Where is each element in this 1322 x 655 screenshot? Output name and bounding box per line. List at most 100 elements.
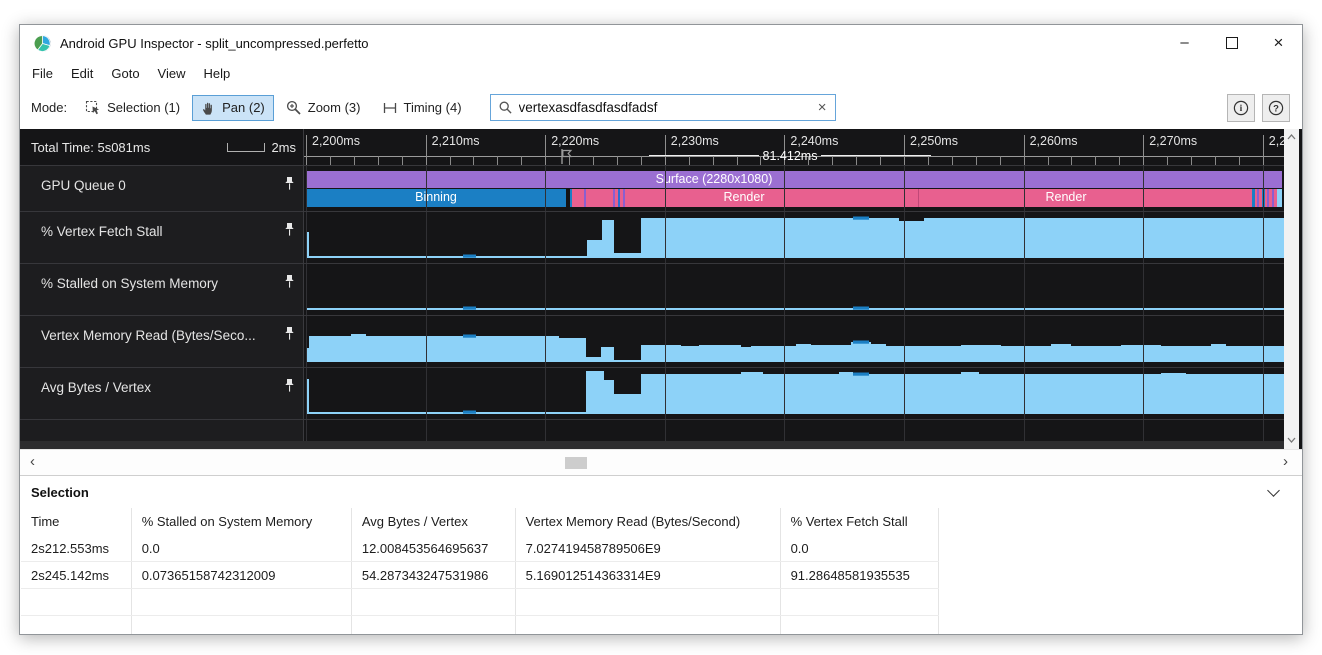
ruler-minor-tick xyxy=(473,156,474,165)
menu-item-file[interactable]: File xyxy=(23,66,62,81)
table-cell xyxy=(351,616,515,636)
table-cell: 0.0 xyxy=(780,535,938,562)
ruler-tick-label: 2,240ms xyxy=(790,134,838,148)
timeline-gridline xyxy=(1143,165,1144,441)
table-cell xyxy=(780,589,938,616)
help-button[interactable]: ? xyxy=(1262,94,1290,122)
timeline-area[interactable]: Total Time: 5s081ms 2ms 2,200ms2,210ms2,… xyxy=(20,129,1302,449)
counter-track[interactable] xyxy=(304,263,1284,315)
selected-sample-marker[interactable] xyxy=(463,335,476,338)
svg-text:?: ? xyxy=(1273,103,1279,114)
close-button[interactable]: × xyxy=(1255,25,1302,61)
counter-track[interactable] xyxy=(304,367,1284,419)
ruler-major-tick xyxy=(1143,135,1144,165)
clear-search-icon[interactable]: × xyxy=(818,102,827,114)
selection-column-header[interactable]: % Vertex Fetch Stall xyxy=(780,508,938,535)
mode-button-pan[interactable]: Pan (2) xyxy=(192,95,274,121)
measurement-line xyxy=(821,155,931,156)
selected-sample-marker[interactable] xyxy=(853,217,869,220)
selection-panel-header[interactable]: Selection xyxy=(20,476,1302,508)
horizontal-scroll-thumb[interactable] xyxy=(565,457,587,469)
title-bar[interactable]: Android GPU Inspector - split_uncompress… xyxy=(20,25,1302,61)
ruler-minor-tick xyxy=(641,156,642,165)
selection-column-header[interactable]: % Stalled on System Memory xyxy=(131,508,351,535)
table-row[interactable]: 2s212.553ms0.012.0084535646956377.027419… xyxy=(21,535,1302,562)
scroll-down-icon[interactable] xyxy=(1287,437,1296,443)
flag-marker-icon[interactable] xyxy=(560,148,573,165)
ruler-minor-tick xyxy=(1239,156,1240,165)
counter-track[interactable] xyxy=(304,315,1284,367)
table-row[interactable] xyxy=(21,589,1302,616)
menu-item-edit[interactable]: Edit xyxy=(62,66,102,81)
table-cell: 0.0 xyxy=(131,535,351,562)
gpu-queue-track[interactable]: Surface (2280x1080)BinningRenderRender xyxy=(304,165,1284,211)
selected-sample-marker[interactable] xyxy=(463,411,476,414)
selection-column-header[interactable]: Time xyxy=(21,508,131,535)
slice-stripe xyxy=(623,189,625,207)
selected-sample-marker[interactable] xyxy=(463,255,476,258)
pin-icon[interactable] xyxy=(284,222,295,242)
pin-icon[interactable] xyxy=(284,176,295,196)
ruler-tick-label: 2,270ms xyxy=(1149,134,1197,148)
pin-icon[interactable] xyxy=(284,274,295,294)
sidebar-divider xyxy=(303,129,304,441)
mode-button-zoom[interactable]: Zoom (3) xyxy=(277,95,370,121)
menu-item-goto[interactable]: Goto xyxy=(102,66,148,81)
search-input[interactable]: vertexasdfasdfasdfadsf × xyxy=(490,94,836,121)
ruler-minor-tick xyxy=(330,156,331,165)
pin-icon[interactable] xyxy=(284,326,295,346)
horizontal-scrollbar[interactable]: ‹ › xyxy=(20,449,1302,475)
vertical-scrollbar[interactable] xyxy=(1284,129,1299,449)
track-sidebar-row[interactable]: GPU Queue 0 xyxy=(20,165,303,211)
table-row[interactable]: 2s245.142ms0.0736515874231200954.2873432… xyxy=(21,562,1302,589)
surface-slice[interactable] xyxy=(306,171,1282,188)
ruler-tick-label: 2,230ms xyxy=(671,134,719,148)
menu-item-help[interactable]: Help xyxy=(195,66,240,81)
mode-button-timing[interactable]: Timing (4) xyxy=(373,95,471,121)
selected-sample-marker[interactable] xyxy=(853,341,869,344)
track-sidebar-row[interactable]: Avg Bytes / Vertex xyxy=(20,367,303,419)
selected-sample-marker[interactable] xyxy=(853,373,869,376)
table-filler xyxy=(938,616,1302,636)
track-sidebar-row[interactable]: % Stalled on System Memory xyxy=(20,263,303,315)
render-slice[interactable] xyxy=(919,189,1277,207)
table-cell xyxy=(21,589,131,616)
ruler-major-tick xyxy=(426,135,427,165)
counter-track[interactable] xyxy=(304,211,1284,263)
total-time-label: Total Time: 5s081ms xyxy=(31,140,150,155)
info-button[interactable]: i xyxy=(1227,94,1255,122)
time-ruler[interactable]: 2,200ms2,210ms2,220ms2,230ms2,240ms2,250… xyxy=(304,129,1284,165)
track-label: Avg Bytes / Vertex xyxy=(41,380,151,395)
ruler-tick-label: 2,210ms xyxy=(432,134,480,148)
table-row[interactable] xyxy=(21,616,1302,636)
pin-icon[interactable] xyxy=(284,378,295,398)
ruler-minor-tick xyxy=(402,156,403,165)
collapse-chevron-icon[interactable] xyxy=(1267,484,1280,497)
selected-sample-marker[interactable] xyxy=(463,307,476,310)
track-label: Vertex Memory Read (Bytes/Seco... xyxy=(41,328,256,343)
mode-button-selection[interactable]: Selection (1) xyxy=(76,95,189,121)
timeline-gridline xyxy=(306,165,307,441)
selected-sample-marker[interactable] xyxy=(853,307,869,310)
minimize-button[interactable]: – xyxy=(1161,25,1208,61)
selection-column-header[interactable]: Vertex Memory Read (Bytes/Second) xyxy=(515,508,780,535)
track-sidebar-row[interactable]: Vertex Memory Read (Bytes/Seco... xyxy=(20,315,303,367)
counter-chart xyxy=(304,315,1284,367)
counter-chart xyxy=(304,367,1284,419)
slice-stripe xyxy=(1272,189,1274,207)
scroll-left-icon[interactable]: ‹ xyxy=(30,453,35,470)
row-separator xyxy=(20,263,1284,264)
track-sidebar-row[interactable]: % Vertex Fetch Stall xyxy=(20,211,303,263)
scroll-right-icon[interactable]: › xyxy=(1283,453,1288,470)
timeline-gridline xyxy=(665,165,666,441)
ruler-minor-tick xyxy=(976,156,977,165)
menu-item-view[interactable]: View xyxy=(149,66,195,81)
scroll-up-icon[interactable] xyxy=(1287,134,1296,140)
maximize-button[interactable] xyxy=(1208,25,1255,61)
measurement-label: 81.412ms xyxy=(763,149,818,163)
svg-text:i: i xyxy=(1240,104,1243,114)
table-cell xyxy=(780,616,938,636)
selection-column-header[interactable]: Avg Bytes / Vertex xyxy=(351,508,515,535)
mode-button-label: Pan (2) xyxy=(222,100,265,115)
timeline-gridline xyxy=(1263,165,1264,441)
